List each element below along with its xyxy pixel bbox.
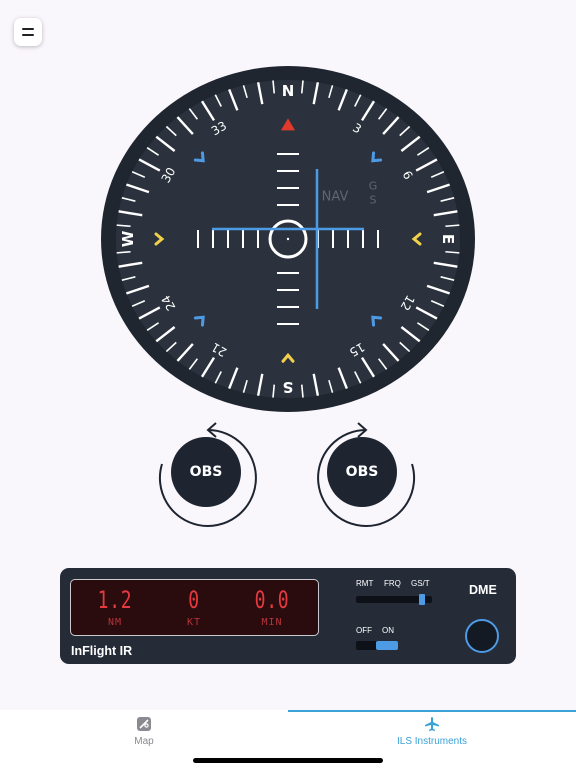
time-readout: 0.0 <box>254 586 290 614</box>
gs-flag: S <box>370 194 377 207</box>
dme-title: DME <box>469 583 497 597</box>
mode-label-gst: GS/T <box>411 579 430 588</box>
power-toggle[interactable] <box>356 641 398 650</box>
obs-left-control[interactable]: OBS <box>154 420 264 530</box>
heading-tick <box>445 250 460 254</box>
heading-tick <box>116 250 131 254</box>
cardinal-label: S <box>283 378 294 396</box>
dme-panel: 1.2 NM 0 KT 0.0 MIN InFlight IR RMT FRQ … <box>60 568 516 664</box>
distance-unit: NM <box>107 617 123 628</box>
hamburger-icon <box>22 28 34 30</box>
power-toggle-thumb[interactable] <box>376 641 398 650</box>
power-label-off: OFF <box>356 626 372 635</box>
speed-readout: 0 <box>188 586 200 614</box>
center-dot <box>286 237 290 241</box>
brand-label: InFlight IR <box>71 644 133 658</box>
course-deviation-indicator[interactable]: NESW36121521243033NAVGS <box>101 66 475 412</box>
cardinal-label: W <box>119 230 137 247</box>
heading-tick <box>445 224 460 228</box>
cardinal-label: N <box>282 82 295 100</box>
obs-right-control[interactable]: OBS <box>310 420 420 530</box>
menu-button[interactable] <box>14 18 42 46</box>
distance-readout: 1.2 <box>97 586 133 614</box>
mode-label-frq: FRQ <box>384 579 401 588</box>
dme-knob[interactable] <box>465 619 499 653</box>
home-indicator <box>193 758 383 763</box>
cardinal-label: E <box>439 234 457 244</box>
tab-ils-instruments-label: ILS Instruments <box>396 736 468 747</box>
power-label-on: ON <box>382 626 394 635</box>
time-unit: MIN <box>261 617 283 628</box>
mode-selector-thumb[interactable] <box>419 594 425 605</box>
nav-flag: NAV <box>322 190 349 205</box>
heading-tick <box>116 224 131 228</box>
tab-map-label: Map <box>134 736 154 747</box>
mode-selector[interactable] <box>356 594 432 605</box>
speed-unit: KT <box>186 617 202 628</box>
dme-display: 1.2 NM 0 KT 0.0 MIN <box>70 579 319 636</box>
gs-flag: G <box>369 180 378 193</box>
obs-right-button[interactable]: OBS <box>327 437 397 507</box>
map-icon <box>137 717 151 731</box>
obs-left-button[interactable]: OBS <box>171 437 241 507</box>
mode-label-rmt: RMT <box>356 579 374 588</box>
airplane-icon <box>425 717 439 731</box>
